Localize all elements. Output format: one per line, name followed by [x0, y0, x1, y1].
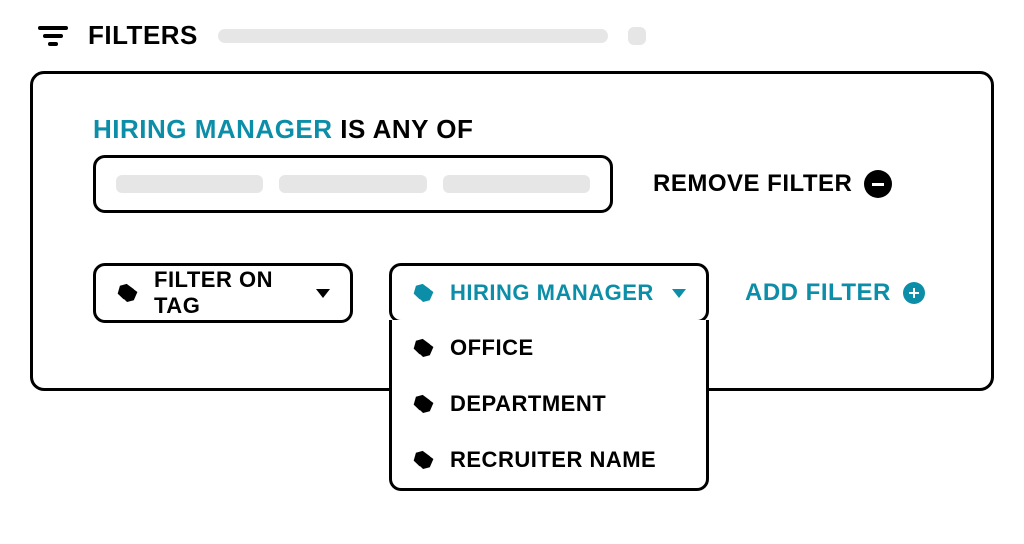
dropdown-option-label: OFFICE: [450, 335, 534, 361]
value-chip[interactable]: [443, 175, 590, 193]
dropdown-option-label: RECRUITER NAME: [450, 447, 656, 473]
tags-icon: [412, 338, 436, 358]
chevron-down-icon: [316, 289, 330, 298]
value-chip[interactable]: [116, 175, 263, 193]
tags-icon: [412, 450, 436, 470]
dropdown-option-label: DEPARTMENT: [450, 391, 606, 417]
remove-filter-label: REMOVE FILTER: [653, 170, 852, 198]
chevron-down-icon: [672, 289, 686, 298]
plus-icon: [903, 282, 925, 304]
tags-icon: [412, 394, 436, 414]
filter-field-name: HIRING MANAGER: [93, 114, 333, 144]
filter-panel: HIRING MANAGER IS ANY OF REMOVE FILTER: [30, 71, 994, 391]
filter-field-select-label: HIRING MANAGER: [450, 280, 654, 306]
tags-icon: [116, 283, 140, 303]
field-dropdown-menu: OFFICE DEPARTMENT: [389, 320, 709, 491]
filters-title: FILTERS: [88, 20, 198, 51]
value-chip[interactable]: [279, 175, 426, 193]
dropdown-option-department[interactable]: DEPARTMENT: [392, 376, 706, 432]
filter-on-tag-select[interactable]: FILTER ON TAG: [93, 263, 353, 323]
dropdown-option-recruiter-name[interactable]: RECRUITER NAME: [392, 432, 706, 488]
filter-value-input[interactable]: [93, 155, 613, 213]
add-filter-button[interactable]: ADD FILTER: [745, 279, 925, 307]
filter-rule-label: HIRING MANAGER IS ANY OF: [93, 114, 931, 145]
dropdown-option-office[interactable]: OFFICE: [392, 320, 706, 376]
filter-on-tag-label: FILTER ON TAG: [154, 267, 302, 319]
add-filter-label: ADD FILTER: [745, 279, 891, 307]
minus-icon: [864, 170, 892, 198]
filter-icon: [38, 26, 68, 46]
placeholder-dot: [628, 27, 646, 45]
placeholder-bar: [218, 29, 608, 43]
filter-field-select[interactable]: HIRING MANAGER: [389, 263, 709, 323]
remove-filter-button[interactable]: REMOVE FILTER: [653, 170, 892, 198]
filter-operator: IS ANY OF: [340, 114, 473, 144]
tags-icon: [412, 283, 436, 303]
